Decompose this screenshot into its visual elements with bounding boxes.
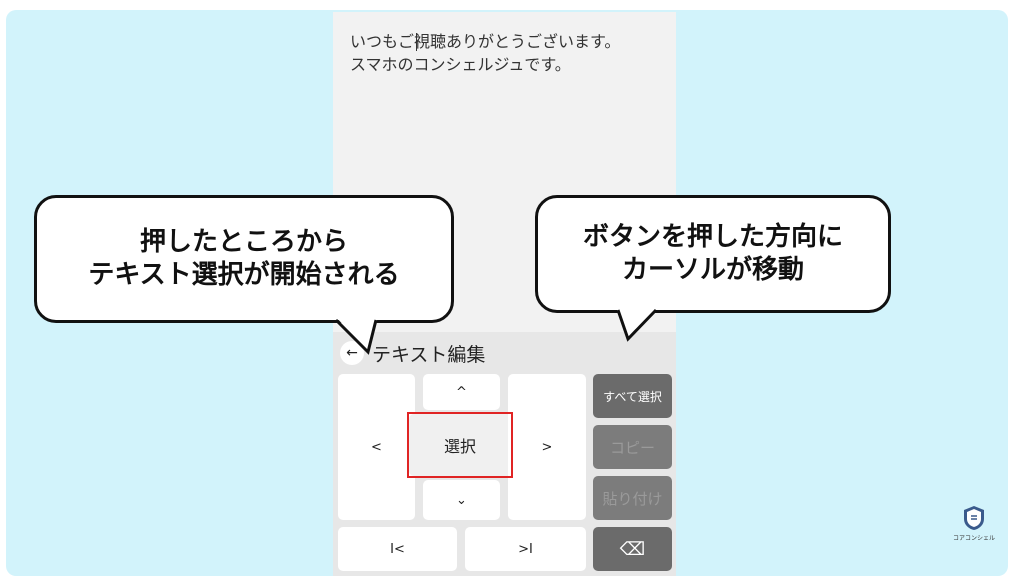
left-callout-line2: テキスト選択が開始される [88,260,400,290]
editor-text[interactable]: いつもご視聴ありがとうございます。 スマホのコンシェルジュです。 [350,30,670,76]
select-highlight-box [407,412,513,478]
end-label: >I [518,541,533,557]
up-arrow-icon: ^ [456,384,467,400]
left-callout-line1: 押したところから [139,227,348,257]
left-callout: 押したところから テキスト選択が開始される [34,195,454,323]
left-callout-tail [334,317,378,355]
left-arrow-icon: < [371,439,382,455]
paste-button[interactable]: 貼り付け [593,476,672,520]
copy-label: コピー [609,438,655,457]
copy-button[interactable]: コピー [593,425,672,469]
cursor-down-button[interactable]: ⌄ [423,480,500,520]
delete-button[interactable]: ⌫ [593,527,672,571]
end-button[interactable]: >I [465,527,586,571]
paste-label: 貼り付け [602,489,663,508]
right-arrow-icon: > [541,439,553,455]
backspace-icon: ⌫ [619,538,646,560]
right-callout-line1: ボタンを押した方向に [582,222,843,252]
cursor-right-button[interactable]: > [508,374,586,520]
text-cursor [416,33,417,51]
cursor-left-button[interactable]: < [338,374,415,520]
brand-logo-text: コアコンシェル [953,535,996,542]
shield-logo-icon [964,506,984,530]
home-label: I< [390,541,405,557]
right-callout-line2: カーソルが移動 [621,255,804,285]
select-all-button[interactable]: すべて選択 [593,374,672,418]
home-button[interactable]: I< [338,527,457,571]
brand-logo: コアコンシェル [953,505,996,547]
down-arrow-icon: ⌄ [456,492,467,508]
cursor-up-button[interactable]: ^ [423,374,500,410]
right-callout-tail [616,307,658,342]
right-callout: ボタンを押した方向に カーソルが移動 [535,195,891,313]
select-all-label: すべて選択 [603,389,662,404]
